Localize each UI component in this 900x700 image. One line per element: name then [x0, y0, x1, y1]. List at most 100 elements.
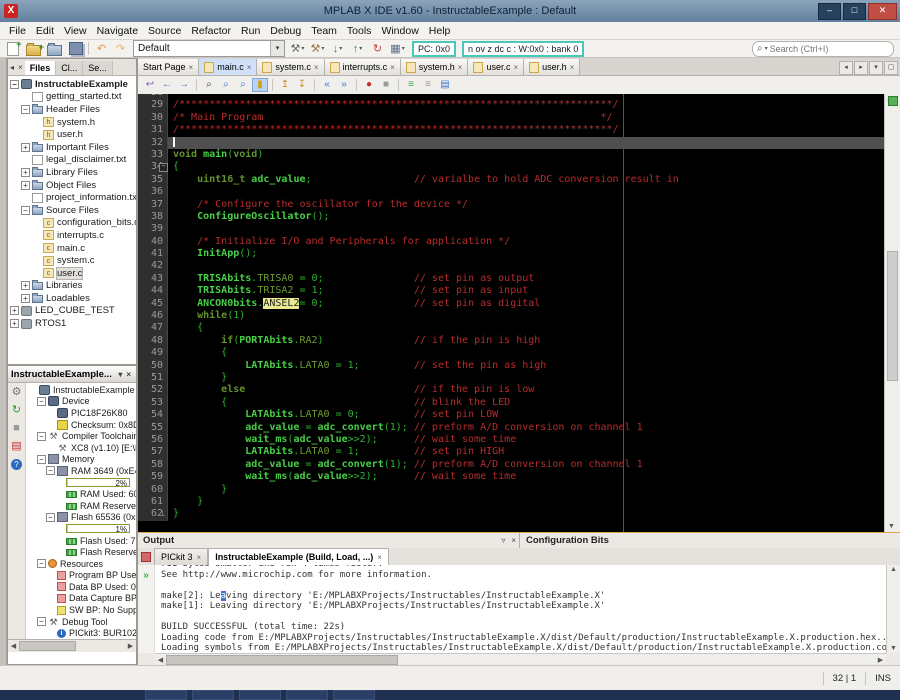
- output-tab-pickit-3[interactable]: PICkit 3 ×: [154, 548, 209, 565]
- stop-macro-icon[interactable]: ■: [378, 78, 394, 92]
- tree-item[interactable]: legal_disclaimer.txt: [8, 154, 136, 167]
- stop-icon[interactable]: ■: [13, 423, 20, 434]
- tree-item[interactable]: + LED_CUBE_TEST: [8, 305, 136, 318]
- tree-item[interactable]: Flash Reserve: [26, 546, 136, 558]
- menu-edit[interactable]: Edit: [31, 23, 59, 39]
- tree-item[interactable]: RAM Used: 60: [26, 488, 136, 500]
- scroll-right-icon[interactable]: ▶: [875, 656, 886, 664]
- read-device-memory-button[interactable]: ↑ ▾: [349, 41, 366, 57]
- maximize-window-icon[interactable]: ▢: [884, 61, 898, 75]
- dashboard-minimize-icon[interactable]: ▾: [116, 370, 124, 379]
- taskbar-button[interactable]: [145, 690, 187, 700]
- dashboard-close-icon[interactable]: ×: [124, 370, 133, 379]
- expand-icon[interactable]: +: [21, 281, 30, 291]
- output-vertical-scrollbar[interactable]: ▲ ▼: [886, 565, 900, 653]
- menu-run[interactable]: Run: [236, 23, 265, 39]
- close-icon[interactable]: ×: [189, 63, 194, 72]
- close-icon[interactable]: ×: [197, 551, 202, 564]
- help-icon[interactable]: ?: [11, 459, 22, 470]
- close-icon[interactable]: ×: [314, 63, 319, 72]
- rerun-icon[interactable]: »: [143, 570, 149, 581]
- close-icon[interactable]: ×: [513, 63, 518, 72]
- editor-tab-system-h[interactable]: system.h ×: [400, 59, 469, 75]
- go-to-header-icon[interactable]: ▤: [437, 78, 453, 92]
- tree-item[interactable]: Flash Used: 7: [26, 535, 136, 547]
- configuration-select[interactable]: Default ▾: [133, 40, 285, 57]
- chevron-down-icon[interactable]: ▾: [359, 45, 362, 52]
- tree-item[interactable]: + Loadables: [8, 292, 136, 305]
- next-occurrence-icon[interactable]: ⌕: [235, 78, 251, 92]
- collapse-icon[interactable]: −: [21, 205, 30, 215]
- scroll-down-icon[interactable]: ▼: [890, 645, 897, 652]
- collapse-icon[interactable]: −: [10, 79, 19, 89]
- tab-files[interactable]: Files: [24, 61, 57, 75]
- menu-file[interactable]: File: [4, 23, 31, 39]
- chevron-down-icon[interactable]: ▾: [402, 45, 405, 52]
- scroll-up-icon[interactable]: ▲: [890, 566, 897, 573]
- close-icon[interactable]: ×: [377, 551, 382, 564]
- tree-item[interactable]: − InstructableExample: [8, 78, 136, 91]
- tree-item[interactable]: − Header Files: [8, 103, 136, 116]
- tree-item[interactable]: − Memory: [26, 454, 136, 466]
- new-file-button[interactable]: +: [4, 39, 22, 57]
- expand-icon[interactable]: +: [10, 319, 19, 329]
- editor-vertical-scrollbar[interactable]: ▲ ▼: [884, 94, 900, 532]
- taskbar-button[interactable]: [333, 690, 375, 700]
- output-horizontal-scrollbar[interactable]: ◀ ▶: [155, 653, 886, 665]
- scrollbar-thumb[interactable]: [887, 251, 898, 381]
- collapse-icon[interactable]: −: [37, 617, 46, 627]
- tab-cl[interactable]: Cl...: [56, 61, 84, 75]
- tree-item[interactable]: − Source Files: [8, 204, 136, 217]
- menu-window[interactable]: Window: [376, 23, 423, 39]
- undo-button[interactable]: ↶: [93, 41, 110, 57]
- editor-tab-main-c[interactable]: main.c ×: [199, 59, 258, 75]
- scroll-tabs-left-icon[interactable]: ◂: [839, 61, 853, 75]
- tree-item[interactable]: project_information.txt: [8, 191, 136, 204]
- back-icon[interactable]: ←: [159, 78, 175, 92]
- collapse-icon[interactable]: −: [21, 104, 30, 114]
- scroll-right-icon[interactable]: ▶: [125, 642, 136, 650]
- toggle-highlight-icon[interactable]: ▮: [252, 78, 268, 92]
- close-icon[interactable]: ×: [247, 63, 252, 72]
- tree-item[interactable]: c system.c: [8, 254, 136, 267]
- menu-source[interactable]: Source: [143, 23, 186, 39]
- tree-item[interactable]: 1%: [26, 523, 136, 535]
- collapse-icon[interactable]: −: [37, 396, 46, 406]
- tree-item[interactable]: + Object Files: [8, 179, 136, 192]
- expand-icon[interactable]: +: [10, 306, 19, 316]
- build-project-button[interactable]: ⚒ ▾: [289, 41, 306, 57]
- tree-item[interactable]: RAM Reserve: [26, 500, 136, 512]
- previous-bookmark-icon[interactable]: ↥: [277, 78, 293, 92]
- tree-item[interactable]: + Libraries: [8, 280, 136, 293]
- tree-item[interactable]: h system.h: [8, 116, 136, 129]
- next-bookmark-icon[interactable]: ↧: [294, 78, 310, 92]
- editor-tab-system-c[interactable]: system.c ×: [257, 59, 325, 75]
- taskbar-button[interactable]: [239, 690, 281, 700]
- editor-tab-interrupts-c[interactable]: interrupts.c ×: [324, 59, 401, 75]
- shift-left-icon[interactable]: «: [319, 78, 335, 92]
- code-editor[interactable]: 2829/***********************************…: [138, 94, 900, 532]
- collapse-icon[interactable]: −: [46, 466, 55, 476]
- taskbar-button[interactable]: [192, 690, 234, 700]
- scroll-tabs-right-icon[interactable]: ▸: [854, 61, 868, 75]
- editor-tab-start-page[interactable]: Start Page ×: [138, 59, 200, 75]
- redo-button[interactable]: ↷: [112, 41, 129, 57]
- uncomment-icon[interactable]: ≡: [420, 78, 436, 92]
- panel-close-icon[interactable]: ×: [16, 61, 25, 75]
- tree-item[interactable]: − RAM 3649 (0xE41: [26, 465, 136, 477]
- tree-item[interactable]: 2%: [26, 477, 136, 489]
- tree-item[interactable]: c interrupts.c: [8, 229, 136, 242]
- dashboard-horizontal-scrollbar[interactable]: ◀ ▶: [8, 639, 136, 652]
- refresh-status-icon[interactable]: ↻: [12, 405, 21, 416]
- tree-item[interactable]: InstructableExample: [26, 384, 136, 396]
- scroll-left-icon[interactable]: ◀: [155, 656, 166, 664]
- tree-item[interactable]: + Library Files: [8, 166, 136, 179]
- output-tab-instructableexample--build--lo[interactable]: InstructableExample (Build, Load, ...) ×: [208, 548, 389, 565]
- collapse-icon[interactable]: −: [37, 454, 46, 464]
- new-project-button[interactable]: +: [25, 41, 44, 57]
- build-output-console[interactable]: 711 bytes smaller and run 4 times faster…: [155, 565, 886, 653]
- tree-item[interactable]: − ⚒ Debug Tool: [26, 616, 136, 628]
- tree-item[interactable]: SW BP: No Suppo: [26, 604, 136, 616]
- editor-tab-user-h[interactable]: user.h ×: [524, 59, 581, 75]
- clean-and-build-button[interactable]: ⚒ ▾: [309, 41, 326, 57]
